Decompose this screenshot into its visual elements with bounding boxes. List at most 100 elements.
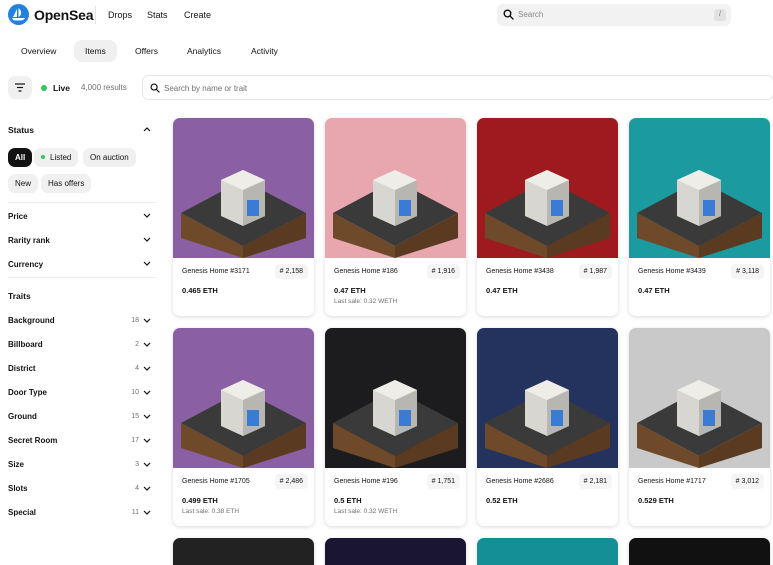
item-price: 0.47 ETH — [334, 286, 366, 295]
trait-count: 4 — [135, 485, 139, 492]
item-card[interactable]: Genesis Home #1717 # 3,012 0.529 ETH — [629, 328, 770, 526]
chevron-down-icon[interactable] — [143, 486, 151, 492]
trait-count: 11 — [131, 509, 139, 516]
tab-analytics[interactable]: Analytics — [176, 40, 232, 62]
chevron-down-icon[interactable] — [143, 438, 151, 444]
listed-dot-icon — [41, 154, 45, 159]
nav-drops[interactable]: Drops — [108, 10, 132, 20]
trait-count: 4 — [135, 365, 139, 372]
status-chip-listed[interactable]: Listed — [34, 148, 79, 167]
chevron-up-icon[interactable] — [143, 126, 151, 132]
item-last-sale: Last sale: 0.32 WETH — [334, 508, 398, 515]
results-count: 4,000 results — [81, 83, 127, 92]
item-price: 0.529 ETH — [638, 496, 674, 505]
chevron-down-icon[interactable] — [143, 342, 151, 348]
trait-count: 15 — [131, 413, 139, 420]
status-heading[interactable]: Status — [8, 125, 34, 135]
nav-stats[interactable]: Stats — [147, 10, 168, 20]
traits-heading: Traits — [8, 291, 31, 301]
nav-create[interactable]: Create — [184, 10, 211, 20]
trait-secret-room[interactable]: Secret Room — [8, 436, 57, 445]
item-card[interactable]: Genesis Home #196 # 1,751 0.5 ETH Last sale… — [325, 328, 466, 526]
filter-price[interactable]: Price — [8, 212, 28, 221]
brand-name[interactable]: OpenSea — [34, 7, 93, 23]
opensea-logo-icon[interactable] — [8, 4, 29, 25]
chevron-down-icon[interactable] — [143, 414, 151, 420]
sidebar-divider — [8, 277, 156, 278]
item-card[interactable] — [477, 538, 618, 565]
nft-image — [477, 328, 618, 468]
item-price: 0.47 ETH — [638, 286, 670, 295]
status-chip-has-offers[interactable]: Has offers — [41, 174, 92, 193]
header-divider — [95, 6, 96, 24]
chevron-down-icon[interactable] — [143, 510, 151, 516]
trait-search-input[interactable]: Search by name or trait — [142, 75, 773, 100]
filter-icon — [15, 83, 25, 92]
rarity-rank-badge: # 1,916 — [426, 264, 460, 279]
tab-overview[interactable]: Overview — [10, 40, 67, 62]
nft-image — [325, 118, 466, 258]
tab-items[interactable]: Items — [74, 40, 117, 62]
chevron-down-icon[interactable] — [143, 390, 151, 396]
tab-activity[interactable]: Activity — [240, 40, 289, 62]
item-card[interactable]: Genesis Home #186 # 1,916 0.47 ETH Last sal… — [325, 118, 466, 316]
nft-image — [173, 328, 314, 468]
nft-image — [173, 118, 314, 258]
filter-currency[interactable]: Currency — [8, 260, 43, 269]
rarity-rank-badge: # 2,158 — [274, 264, 308, 279]
nft-image — [629, 118, 770, 258]
chevron-down-icon[interactable] — [143, 237, 151, 243]
nft-image — [629, 328, 770, 468]
rarity-rank-badge: # 1,751 — [426, 474, 460, 489]
item-card[interactable]: Genesis Home #3438 # 1,987 0.47 ETH — [477, 118, 618, 316]
item-price: 0.499 ETH — [182, 496, 218, 505]
item-price: 0.52 ETH — [486, 496, 518, 505]
tab-offers[interactable]: Offers — [124, 40, 169, 62]
search-icon — [503, 9, 514, 20]
item-card[interactable] — [629, 538, 770, 565]
status-chip-on-auction[interactable]: On auction — [83, 148, 136, 167]
trait-door-type[interactable]: Door Type — [8, 388, 47, 397]
trait-billboard[interactable]: Billboard — [8, 340, 43, 349]
trait-background[interactable]: Background — [8, 316, 55, 325]
item-card[interactable] — [173, 538, 314, 565]
chevron-down-icon[interactable] — [143, 462, 151, 468]
chevron-down-icon[interactable] — [143, 213, 151, 219]
status-chip-new[interactable]: New — [8, 174, 39, 193]
trait-ground[interactable]: Ground — [8, 412, 37, 421]
item-name: Genesis Home #1717 — [638, 478, 706, 485]
item-price: 0.5 ETH — [334, 496, 362, 505]
sidebar-divider — [8, 202, 156, 203]
item-card[interactable]: Genesis Home #2686 # 2,181 0.52 ETH — [477, 328, 618, 526]
chevron-down-icon[interactable] — [143, 261, 151, 267]
search-icon — [150, 83, 160, 93]
chevron-down-icon[interactable] — [143, 318, 151, 324]
top-bar: OpenSea Drops Stats Create Search / — [0, 0, 773, 30]
trait-slots[interactable]: Slots — [8, 484, 28, 493]
trait-count: 17 — [131, 437, 139, 444]
chevron-down-icon[interactable] — [143, 366, 151, 372]
trait-size[interactable]: Size — [8, 460, 24, 469]
item-card[interactable]: Genesis Home #1705 # 2,486 0.499 ETH Last s… — [173, 328, 314, 526]
search-placeholder: Search — [518, 10, 544, 19]
item-price: 0.47 ETH — [486, 286, 518, 295]
item-price: 0.465 ETH — [182, 286, 218, 295]
trait-count: 3 — [135, 461, 139, 468]
trait-special[interactable]: Special — [8, 508, 36, 517]
status-chip-all[interactable]: All — [8, 148, 33, 167]
item-card[interactable] — [325, 538, 466, 565]
status-chip-listed-label: Listed — [50, 153, 72, 162]
item-card[interactable]: Genesis Home #3171 # 2,158 0.465 ETH — [173, 118, 314, 316]
filter-toggle-button[interactable] — [8, 76, 32, 99]
item-last-sale: Last sale: 0.38 ETH — [182, 508, 240, 515]
trait-count: 10 — [131, 389, 139, 396]
nft-image — [477, 118, 618, 258]
global-search-input[interactable]: Search / — [497, 4, 731, 26]
item-name: Genesis Home #2686 — [486, 478, 554, 485]
item-name: Genesis Home #196 — [334, 478, 398, 485]
filter-rarity-rank[interactable]: Rarity rank — [8, 236, 50, 245]
item-name: Genesis Home #1705 — [182, 478, 250, 485]
search-shortcut-key: / — [714, 9, 726, 21]
trait-district[interactable]: District — [8, 364, 36, 373]
item-card[interactable]: Genesis Home #3439 # 3,118 0.47 ETH — [629, 118, 770, 316]
